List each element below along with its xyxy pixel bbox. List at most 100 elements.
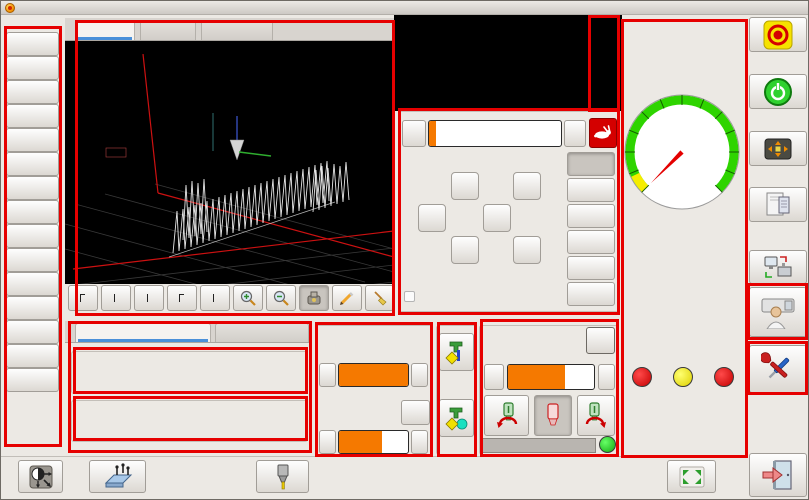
mist-coolant-button[interactable] <box>439 333 474 371</box>
tab-drill-hole[interactable] <box>201 20 273 40</box>
sidebar-button-1[interactable] <box>6 104 59 128</box>
clear-plot-button[interactable] <box>365 285 394 311</box>
auto-mode-button[interactable] <box>749 250 807 284</box>
gmoccapy-window <box>0 0 809 500</box>
tool-measure-button[interactable] <box>256 460 309 493</box>
jog-speed-bar[interactable] <box>428 120 562 147</box>
zoom-in-icon <box>239 289 257 307</box>
settings-button[interactable] <box>749 345 807 393</box>
spindle-cw-button[interactable] <box>577 395 615 436</box>
zoom-in-button[interactable] <box>233 285 263 311</box>
view-x-button[interactable] <box>101 285 131 311</box>
mdi-mode-button[interactable] <box>749 187 807 222</box>
sidebar-empty-slot[interactable] <box>6 176 59 200</box>
tab-preview[interactable] <box>75 20 135 40</box>
increment-1mm-button[interactable] <box>567 178 615 202</box>
increment-inch-button[interactable] <box>567 282 615 306</box>
touch-plate-button[interactable] <box>89 460 146 493</box>
machine-on-button[interactable] <box>749 74 807 109</box>
status-led-right <box>714 367 734 387</box>
spindle-plus-button[interactable] <box>598 364 615 390</box>
sidebar-empty-slot[interactable] <box>6 80 59 104</box>
sidebar-empty-slot[interactable] <box>6 32 59 56</box>
gcode-frame <box>71 400 308 442</box>
sidebar-empty-slot[interactable] <box>6 128 59 152</box>
view-mark <box>80 294 85 302</box>
spindle-override-bar[interactable] <box>507 364 595 390</box>
sidebar-button-0[interactable] <box>6 56 59 80</box>
view-mark <box>179 294 184 302</box>
rapid-minus-button[interactable] <box>319 363 336 387</box>
tools-icon <box>761 352 795 386</box>
rpm-gauge <box>624 94 740 210</box>
sidebar-empty-slot[interactable] <box>6 320 59 344</box>
rapid-override-bar[interactable] <box>338 363 409 387</box>
jog-x-plus-button[interactable] <box>483 204 511 232</box>
sidebar-empty-slot[interactable] <box>6 272 59 296</box>
sidebar-empty-slot[interactable] <box>6 368 59 392</box>
estop-button[interactable] <box>749 17 807 52</box>
jog-z-plus-button[interactable] <box>513 172 541 200</box>
spindle-reset-button[interactable] <box>586 327 615 354</box>
spindle-at-speed-led <box>599 436 616 453</box>
annotation-box-11 <box>621 19 748 458</box>
sidebar-button-4[interactable] <box>6 248 59 272</box>
tab-probe[interactable] <box>140 20 196 40</box>
feed-override-bar[interactable] <box>338 430 409 454</box>
sidebar-button-6[interactable] <box>6 344 59 368</box>
fullscreen-icon <box>678 465 706 489</box>
jog-y-plus-button[interactable] <box>451 172 479 200</box>
sidebar-empty-slot[interactable] <box>6 224 59 248</box>
feed-minus-button[interactable] <box>319 430 336 454</box>
dimensions-button[interactable] <box>332 285 362 311</box>
exit-door-icon <box>761 459 795 491</box>
dro-panel[interactable] <box>394 15 622 111</box>
spindle-speed-scale <box>482 438 596 453</box>
jog-z-minus-button[interactable] <box>513 236 541 264</box>
gremlin-3d-preview[interactable] <box>65 54 394 284</box>
estop-icon <box>763 20 793 50</box>
view-p-button[interactable] <box>68 285 98 311</box>
spindle-stop-button[interactable] <box>534 395 572 436</box>
sidebar-button-2[interactable] <box>6 152 59 176</box>
jog-y-minus-button[interactable] <box>451 236 479 264</box>
user-tabs-button[interactable] <box>749 287 807 337</box>
mdi-icon <box>763 191 793 219</box>
exit-button[interactable] <box>749 453 807 497</box>
increment-continuous-button[interactable] <box>567 152 615 176</box>
view-y2-button[interactable] <box>167 285 197 311</box>
tool-spindle-icon <box>270 463 296 491</box>
fullscreen-button[interactable] <box>667 460 716 493</box>
jog-speed-plus-button[interactable] <box>564 120 586 147</box>
operator-machine-icon <box>760 295 796 329</box>
view-y-button[interactable] <box>134 285 164 311</box>
view-mark <box>147 294 150 302</box>
broom-icon <box>371 289 389 307</box>
touch-off-button[interactable] <box>18 460 63 493</box>
tab-gcode-properties[interactable] <box>215 323 309 342</box>
jog-speed-minus-button[interactable] <box>402 120 426 147</box>
spindle-ccw-button[interactable] <box>484 395 529 436</box>
rabbit-icon <box>592 125 614 141</box>
sidebar-button-3[interactable] <box>6 200 59 224</box>
jog-x-minus-button[interactable] <box>418 204 446 232</box>
increment-0001mm-button[interactable] <box>567 256 615 280</box>
manual-mode-button[interactable] <box>749 131 807 166</box>
increment-01mm-button[interactable] <box>567 204 615 228</box>
zoom-out-button[interactable] <box>266 285 296 311</box>
toolpath-toggle-button[interactable] <box>299 285 329 311</box>
ignore-limits-checkbox[interactable] <box>404 291 415 302</box>
increment-001mm-button[interactable] <box>567 230 615 254</box>
turtle-jog-button[interactable] <box>589 118 617 148</box>
flood-coolant-button[interactable] <box>439 399 474 437</box>
rapid-plus-button[interactable] <box>411 363 428 387</box>
feed-plus-button[interactable] <box>411 430 428 454</box>
tab-tool-info[interactable] <box>75 323 211 342</box>
spindle-minus-button[interactable] <box>484 364 504 390</box>
sidebar-button-5[interactable] <box>6 296 59 320</box>
touch-plate-icon <box>103 463 133 491</box>
view-z-button[interactable] <box>200 285 230 311</box>
auto-mode-icon <box>763 254 793 280</box>
zero-origin-icon <box>27 463 55 491</box>
feed-reset-button[interactable] <box>401 400 430 425</box>
